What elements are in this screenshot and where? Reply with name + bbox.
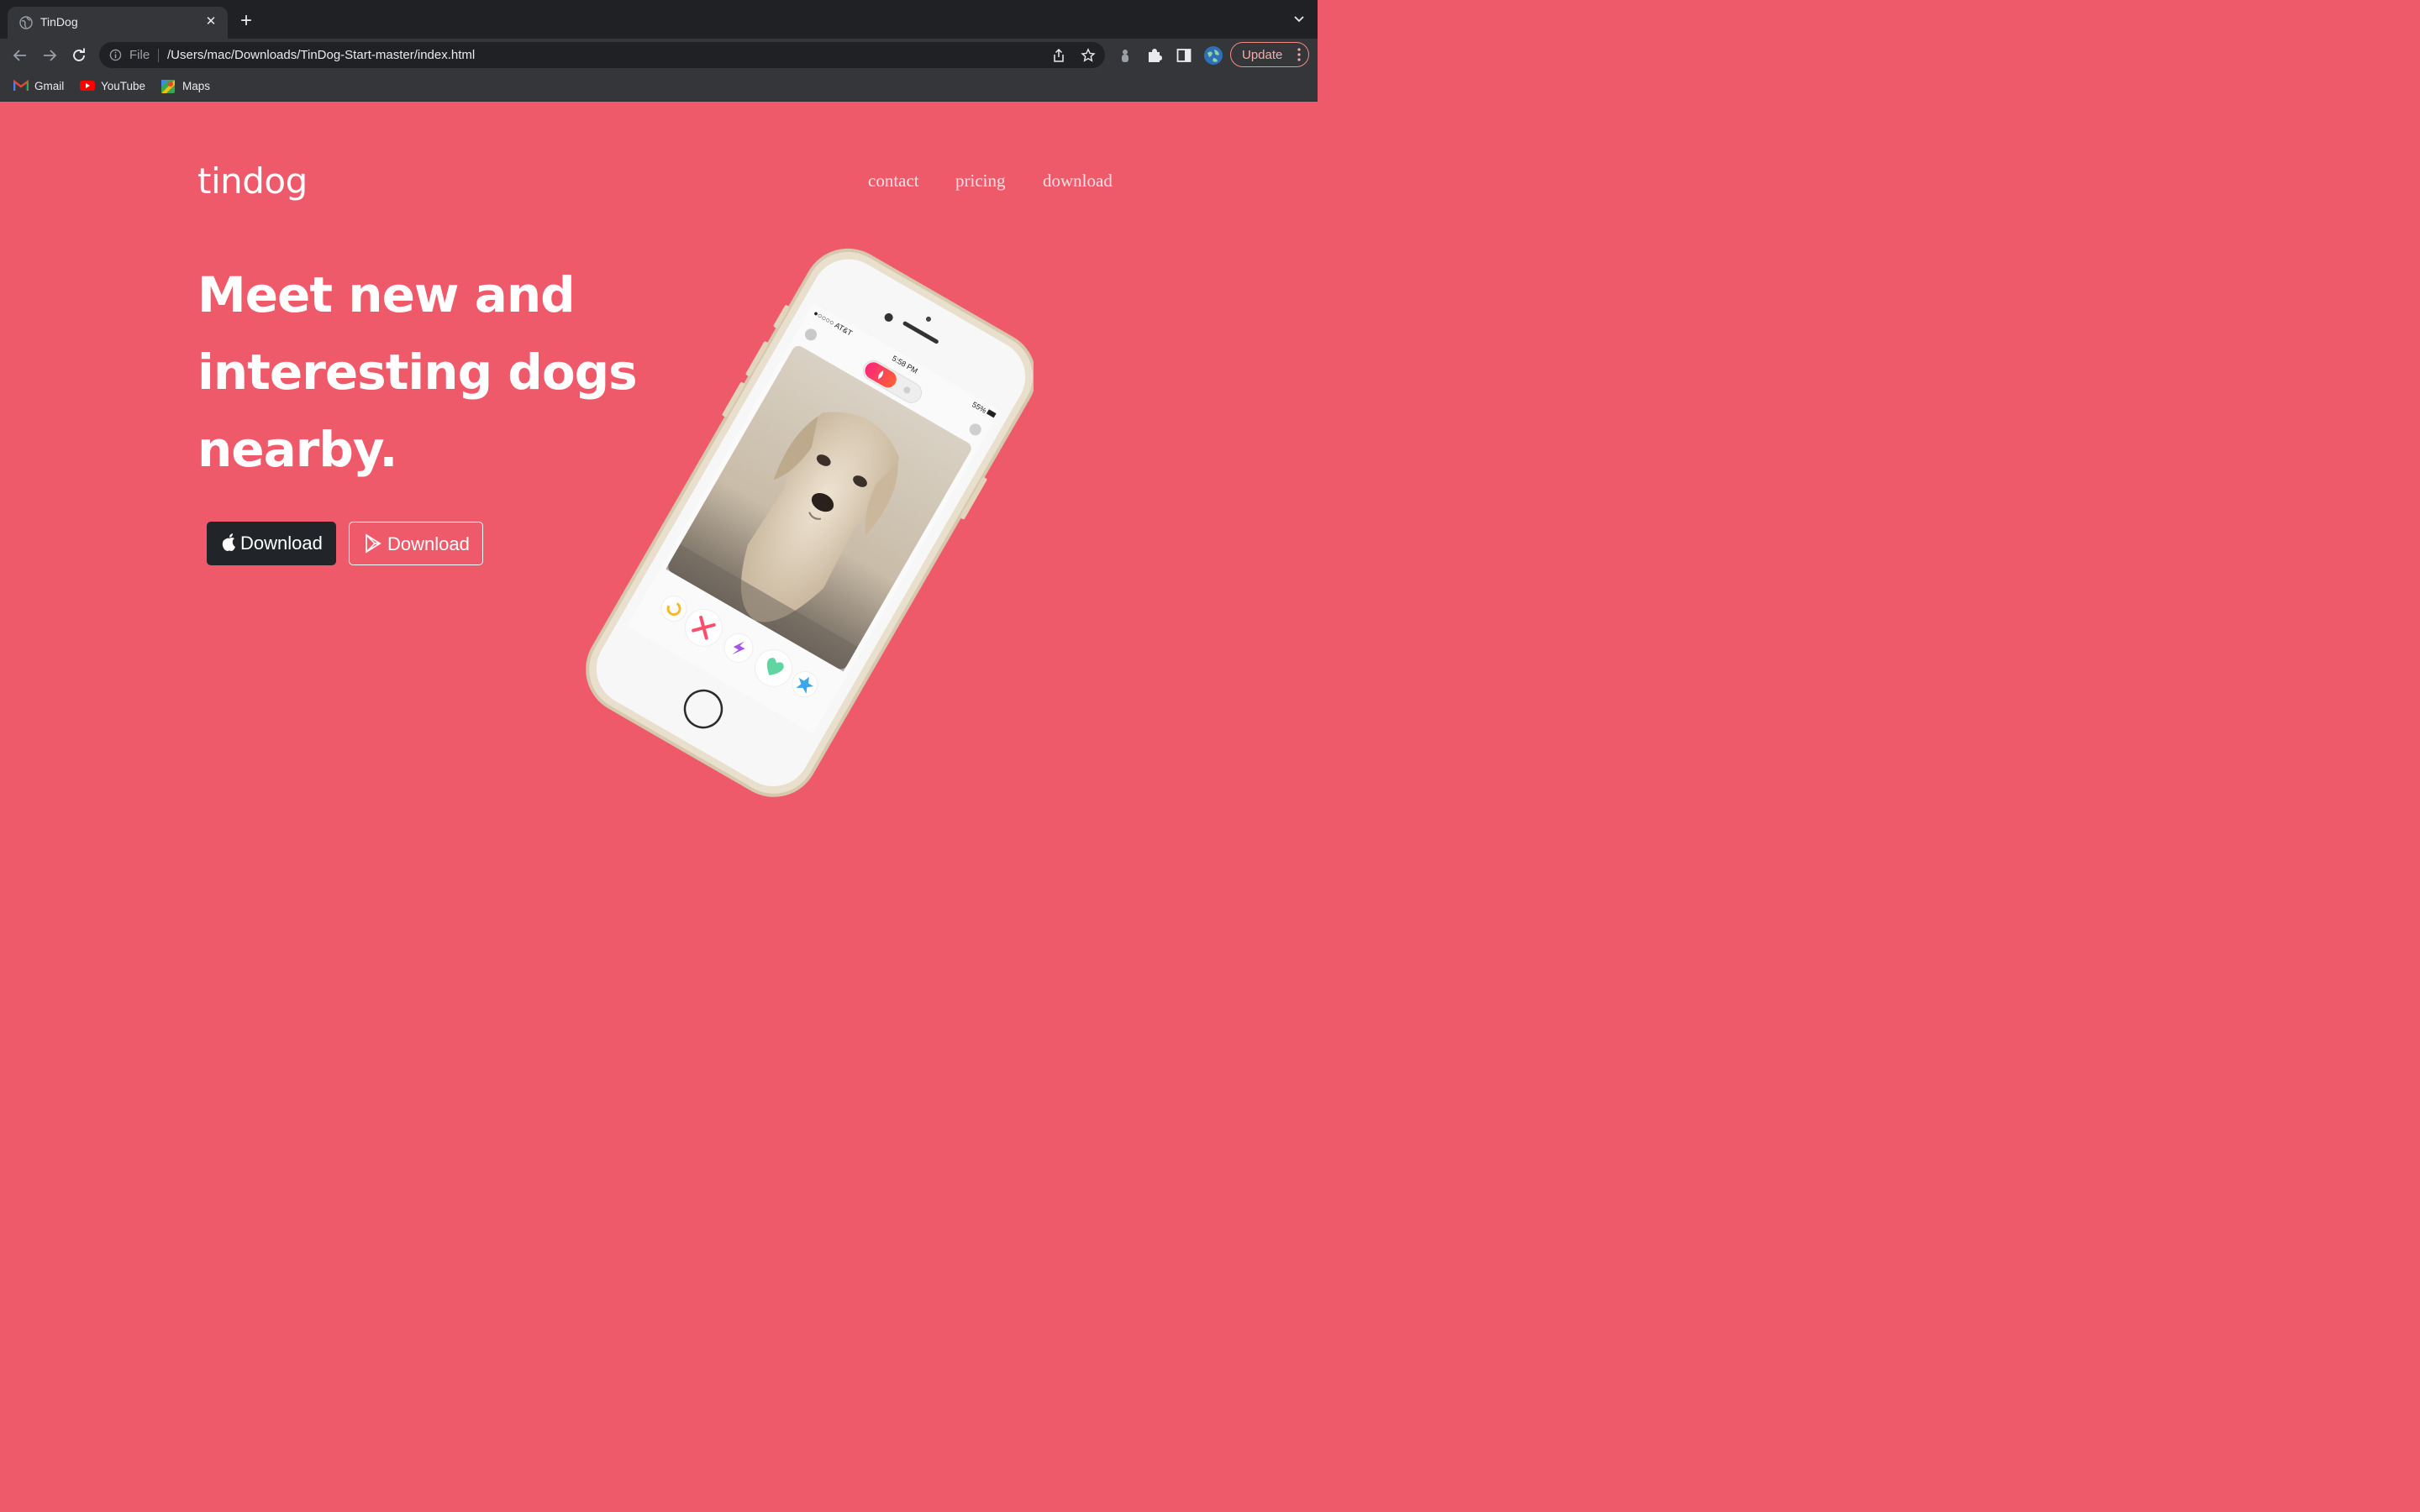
close-tab-icon[interactable]: ✕ bbox=[203, 13, 219, 30]
forward-icon[interactable] bbox=[40, 46, 59, 65]
bookmark-gmail[interactable]: Gmail bbox=[13, 79, 66, 94]
bookmark-youtube[interactable]: YouTube bbox=[80, 79, 147, 94]
bookmarks-bar: Gmail YouTube Maps bbox=[0, 72, 1318, 102]
button-label: Download bbox=[240, 533, 323, 554]
chevron-down-icon[interactable] bbox=[1292, 13, 1306, 25]
bookmark-label: Maps bbox=[182, 80, 211, 92]
update-label: Update bbox=[1242, 48, 1283, 62]
reload-icon[interactable] bbox=[70, 46, 88, 65]
address-bar[interactable]: File /Users/mac/Downloads/TinDog-Start-m… bbox=[99, 42, 1105, 68]
gmail-icon bbox=[13, 80, 29, 91]
bookmark-maps[interactable]: Maps bbox=[161, 79, 213, 94]
phone-mockup: ●○○○○ AT&T 5:58 PM 55% bbox=[580, 236, 1036, 823]
tab-strip: TinDog ✕ + bbox=[0, 0, 1318, 39]
nav-link-pricing[interactable]: pricing bbox=[955, 171, 1005, 192]
side-panel-icon[interactable] bbox=[1176, 47, 1192, 64]
iphone-illustration: ●○○○○ AT&T 5:58 PM 55% bbox=[586, 248, 1036, 797]
bookmark-label: YouTube bbox=[101, 80, 146, 92]
globe-icon bbox=[19, 16, 33, 29]
tab-title: TinDog bbox=[40, 15, 78, 29]
browser-toolbar: File /Users/mac/Downloads/TinDog-Start-m… bbox=[0, 39, 1318, 72]
update-button[interactable]: Update bbox=[1230, 42, 1309, 67]
bookmark-label: Gmail bbox=[34, 80, 65, 92]
back-icon[interactable] bbox=[11, 46, 29, 65]
youtube-icon bbox=[80, 81, 95, 91]
url-separator bbox=[158, 49, 159, 62]
apple-icon bbox=[222, 533, 235, 551]
profile-avatar[interactable] bbox=[1203, 45, 1223, 66]
url-text[interactable]: /Users/mac/Downloads/TinDog-Start-master… bbox=[167, 48, 475, 62]
share-icon[interactable] bbox=[1051, 48, 1066, 63]
puzzle-icon[interactable] bbox=[1146, 47, 1163, 64]
nav-link-download[interactable]: download bbox=[1043, 171, 1113, 192]
apple-download-button[interactable]: Download bbox=[207, 522, 336, 565]
maps-icon bbox=[161, 80, 175, 93]
brand-logo[interactable]: tindog bbox=[197, 160, 308, 202]
new-tab-icon[interactable]: + bbox=[237, 11, 255, 31]
url-scheme: File bbox=[129, 48, 150, 62]
more-vertical-icon[interactable] bbox=[1297, 48, 1301, 61]
nav-link-contact[interactable]: contact bbox=[868, 171, 919, 192]
button-label: Download bbox=[387, 533, 470, 554]
info-icon[interactable] bbox=[109, 49, 122, 61]
google-play-icon bbox=[366, 533, 381, 554]
bookmark-star-icon[interactable] bbox=[1081, 48, 1096, 63]
extension-icon[interactable] bbox=[1117, 47, 1134, 64]
browser-tab[interactable]: TinDog ✕ bbox=[8, 7, 228, 39]
google-play-download-button[interactable]: Download bbox=[349, 522, 483, 565]
page-viewport: tindog contact pricing download Meet new… bbox=[0, 102, 1318, 823]
